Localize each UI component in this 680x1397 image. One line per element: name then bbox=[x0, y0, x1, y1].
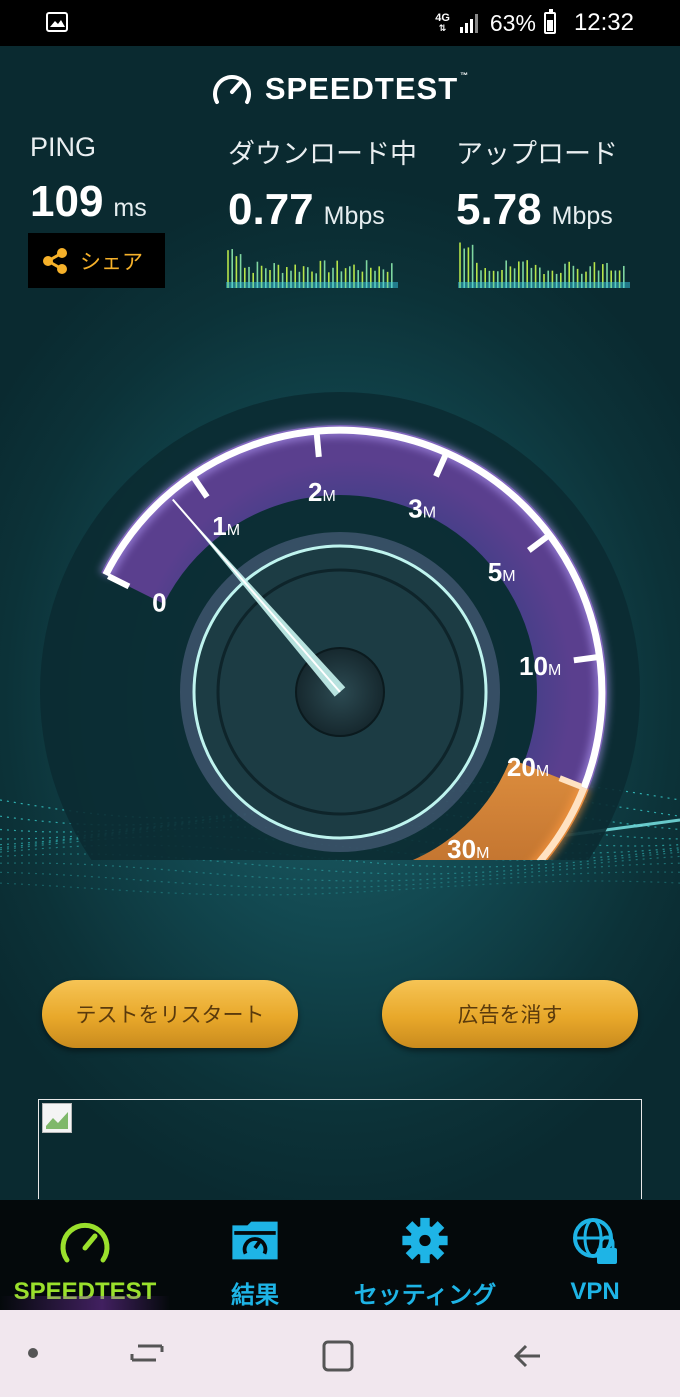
download-value: 0.77 bbox=[228, 185, 314, 234]
ping-value: 109 bbox=[30, 177, 104, 226]
sparkline-baseline bbox=[226, 282, 398, 288]
logo-tm: ™ bbox=[460, 71, 470, 80]
speedtest-logo: SPEEDTEST ™ bbox=[0, 70, 680, 108]
home-icon[interactable] bbox=[320, 1338, 356, 1374]
nav-speedtest[interactable]: SPEEDTEST bbox=[0, 1200, 170, 1310]
remove-ads-button[interactable]: 広告を消す bbox=[382, 980, 638, 1048]
upload-unit: Mbps bbox=[551, 202, 613, 230]
speedometer-icon bbox=[60, 1222, 110, 1263]
status-right: 4G ⇅ 63% 12:32 bbox=[435, 0, 634, 46]
clock: 12:32 bbox=[573, 9, 634, 36]
signal-icon bbox=[459, 14, 478, 33]
status-bar: 4G ⇅ 63% 12:32 bbox=[0, 0, 680, 46]
gallery-icon bbox=[46, 12, 68, 32]
battery-icon bbox=[543, 9, 556, 34]
download-value-row: 0.77 Mbps bbox=[228, 185, 417, 235]
ping-metric: PING 109 ms bbox=[30, 132, 147, 227]
nav-results[interactable]: 結果 bbox=[170, 1200, 340, 1310]
nav-vpn[interactable]: VPN bbox=[510, 1200, 680, 1310]
download-metric: ダウンロード中 0.77 Mbps bbox=[228, 132, 417, 235]
download-unit: Mbps bbox=[323, 202, 385, 230]
broken-image-icon bbox=[42, 1103, 72, 1133]
speed-gauge: 01M2M3M5M10M20M30M50M bbox=[40, 392, 640, 860]
upload-label: アップロード bbox=[456, 139, 618, 169]
nav-settings-label: セッティング bbox=[353, 1282, 497, 1309]
system-nav-bar bbox=[0, 1310, 680, 1397]
ping-unit: ms bbox=[113, 194, 147, 222]
data-arrows-icon: ⇅ bbox=[438, 23, 447, 33]
upload-value-row: 5.78 Mbps bbox=[456, 185, 618, 235]
ad-banner[interactable] bbox=[38, 1099, 642, 1199]
gauge-tick bbox=[313, 433, 322, 458]
bottom-nav: SPEEDTEST 結果 セッティング VPN bbox=[0, 1200, 680, 1310]
wave-line bbox=[0, 871, 680, 889]
gear-icon bbox=[402, 1217, 448, 1264]
ping-value-row: 109 ms bbox=[30, 177, 147, 227]
restart-test-button[interactable]: テストをリスタート bbox=[42, 980, 298, 1048]
share-button[interactable]: シェア bbox=[28, 233, 165, 288]
back-icon[interactable] bbox=[510, 1338, 546, 1374]
share-icon bbox=[43, 247, 67, 274]
wave-line bbox=[0, 862, 680, 882]
network-type: 4G ⇅ bbox=[435, 12, 450, 34]
sparkline-baseline bbox=[458, 282, 630, 288]
results-folder-icon bbox=[232, 1221, 278, 1260]
network-label: 4G bbox=[435, 12, 450, 24]
battery-percent: 63% bbox=[489, 9, 536, 36]
gear-hole bbox=[419, 1234, 431, 1247]
ping-label: PING bbox=[30, 132, 97, 162]
nav-speedtest-label: SPEEDTEST bbox=[13, 1278, 157, 1305]
gauge-tick bbox=[573, 654, 598, 664]
app-root: 4G ⇅ 63% 12:32 SPEEDTEST ™ PING 109 ms ダ… bbox=[0, 0, 680, 1397]
wave-line bbox=[0, 880, 680, 896]
upload-value: 5.78 bbox=[456, 185, 542, 234]
recent-apps-icon[interactable] bbox=[128, 1338, 166, 1370]
download-sparkline bbox=[226, 249, 398, 288]
nav-results-label: 結果 bbox=[231, 1282, 279, 1309]
globe-lock-icon bbox=[573, 1218, 617, 1264]
download-label: ダウンロード中 bbox=[228, 139, 417, 169]
nav-settings[interactable]: セッティング bbox=[340, 1200, 510, 1310]
upload-sparkline bbox=[458, 242, 630, 288]
share-label: シェア bbox=[80, 250, 143, 274]
logo-text: SPEEDTEST ™ bbox=[265, 71, 469, 107]
nav-dot-icon[interactable] bbox=[26, 1346, 40, 1360]
nav-vpn-label: VPN bbox=[570, 1278, 620, 1305]
logo-word: SPEEDTEST bbox=[264, 71, 459, 106]
gauge-tick-label: 0 bbox=[152, 588, 166, 618]
upload-metric: アップロード 5.78 Mbps bbox=[456, 132, 618, 235]
speedometer-logo-icon bbox=[212, 75, 251, 104]
